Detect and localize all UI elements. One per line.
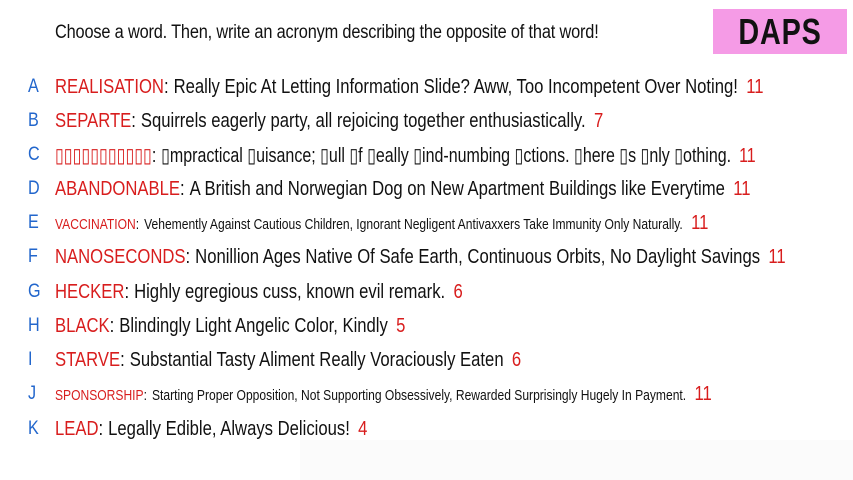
entry-count: 11 bbox=[739, 144, 756, 167]
entry-colon: : bbox=[131, 109, 136, 132]
entry-colon: : bbox=[124, 280, 130, 303]
entry-content: LEAD: Legally Edible, Always Delicious! … bbox=[55, 418, 367, 441]
entry-letter: A bbox=[28, 76, 39, 97]
entry-word: BLACK bbox=[55, 314, 110, 337]
entry-word: VACCINATION bbox=[55, 216, 136, 233]
instruction-text: Choose a word. Then, write an acronym de… bbox=[55, 22, 599, 43]
entry-content: STARVE: Substantial Tasty Aliment Really… bbox=[55, 349, 521, 372]
entry-content: REALISATION: Really Epic At Letting Info… bbox=[55, 76, 763, 99]
entry-acronym: Nonillion Ages Native Of Safe Earth, Con… bbox=[195, 245, 761, 268]
entry-row-f: F NANOSECONDS: Nonillion Ages Native Of … bbox=[0, 240, 853, 274]
entry-colon: : bbox=[163, 75, 169, 98]
entry-colon: : bbox=[185, 245, 191, 268]
entry-acronym: Substantial Tasty Aliment Really Voracio… bbox=[129, 348, 504, 371]
entry-colon: : bbox=[180, 177, 185, 200]
entry-letter: F bbox=[28, 246, 38, 267]
entry-content: ABANDONABLE: A British and Norwegian Dog… bbox=[55, 178, 750, 201]
entry-word: LEAD bbox=[55, 417, 99, 440]
entry-colon: : bbox=[120, 348, 125, 371]
entry-letter: J bbox=[28, 383, 37, 404]
entry-colon: : bbox=[151, 144, 157, 167]
entry-letter: I bbox=[28, 349, 33, 370]
entry-count: 6 bbox=[511, 348, 522, 371]
entry-acronym: A British and Norwegian Dog on New Apart… bbox=[189, 177, 725, 200]
daps-logo: DAPS bbox=[713, 9, 847, 54]
entry-count: 5 bbox=[396, 314, 406, 337]
entry-colon: : bbox=[98, 417, 104, 440]
entry-word: REALISATION bbox=[55, 75, 164, 98]
entry-row-a: A REALISATION: Really Epic At Letting In… bbox=[0, 70, 853, 104]
entry-content: VACCINATION: Vehemently Against Cautious… bbox=[55, 212, 708, 235]
entry-count: 7 bbox=[593, 109, 604, 132]
entry-acronym: Legally Edible, Always Delicious! bbox=[108, 417, 350, 440]
entry-count: 6 bbox=[453, 280, 463, 303]
entry-row-h: H BLACK: Blindingly Light Angelic Color,… bbox=[0, 309, 853, 343]
entry-count: 11 bbox=[691, 211, 709, 234]
entry-count: 11 bbox=[733, 177, 751, 200]
background-band bbox=[300, 440, 853, 480]
entry-letter: G bbox=[28, 281, 41, 302]
entry-letter: D bbox=[28, 178, 40, 199]
entry-acronym: Starting Proper Opposition, Not Supporti… bbox=[151, 387, 687, 404]
entry-count: 11 bbox=[746, 75, 764, 98]
entry-letter: E bbox=[28, 212, 39, 233]
entry-content: ▯▯▯▯▯▯▯▯▯▯▯: ▯mpractical ▯uisance; ▯ull … bbox=[55, 143, 756, 168]
entry-row-k: K LEAD: Legally Edible, Always Delicious… bbox=[0, 412, 853, 446]
entry-word: ▯▯▯▯▯▯▯▯▯▯▯ bbox=[55, 144, 152, 167]
entry-colon: : bbox=[109, 314, 115, 337]
entry-acronym: Blindingly Light Angelic Color, Kindly bbox=[119, 314, 388, 337]
entry-acronym: ▯mpractical ▯uisance; ▯ull ▯f ▯eally ▯in… bbox=[161, 144, 732, 167]
entry-count: 4 bbox=[358, 417, 368, 440]
entry-content: SPONSORSHIP: Starting Proper Opposition,… bbox=[55, 383, 712, 406]
entry-acronym: Really Epic At Letting Information Slide… bbox=[173, 75, 738, 98]
entry-row-j: J SPONSORSHIP: Starting Proper Oppositio… bbox=[0, 377, 853, 411]
entry-word: SEPARTE bbox=[55, 109, 132, 132]
entry-count: 11 bbox=[768, 245, 786, 268]
entry-letter: C bbox=[28, 144, 40, 165]
entry-row-d: D ABANDONABLE: A British and Norwegian D… bbox=[0, 172, 853, 206]
entry-row-c: C ▯▯▯▯▯▯▯▯▯▯▯: ▯mpractical ▯uisance; ▯ul… bbox=[0, 138, 853, 172]
entry-letter: H bbox=[28, 315, 40, 336]
entry-acronym: Highly egregious cuss, known evil remark… bbox=[134, 280, 446, 303]
entry-acronym: Vehemently Against Cautious Children, Ig… bbox=[144, 216, 683, 233]
entry-colon: : bbox=[135, 216, 140, 233]
entry-word: SPONSORSHIP bbox=[55, 387, 144, 404]
entry-letter: B bbox=[28, 110, 39, 131]
entry-row-b: B SEPARTE: Squirrels eagerly party, all … bbox=[0, 104, 853, 138]
entry-content: BLACK: Blindingly Light Angelic Color, K… bbox=[55, 315, 405, 338]
logo-text: DAPS bbox=[738, 10, 822, 52]
entry-content: NANOSECONDS: Nonillion Ages Native Of Sa… bbox=[55, 246, 786, 269]
entry-content: HECKER: Highly egregious cuss, known evi… bbox=[55, 281, 463, 304]
entry-word: HECKER bbox=[55, 280, 125, 303]
entry-word: NANOSECONDS bbox=[55, 245, 186, 268]
entry-letter: K bbox=[28, 418, 39, 439]
entry-acronym: Squirrels eagerly party, all rejoicing t… bbox=[140, 109, 586, 132]
entry-word: ABANDONABLE bbox=[55, 177, 181, 200]
entry-row-e: E VACCINATION: Vehemently Against Cautio… bbox=[0, 206, 853, 240]
entry-content: SEPARTE: Squirrels eagerly party, all re… bbox=[55, 110, 603, 133]
entry-word: STARVE bbox=[55, 348, 121, 371]
entry-row-i: I STARVE: Substantial Tasty Aliment Real… bbox=[0, 343, 853, 377]
entry-colon: : bbox=[143, 387, 147, 404]
entry-row-g: G HECKER: Highly egregious cuss, known e… bbox=[0, 275, 853, 309]
entry-count: 11 bbox=[694, 382, 712, 405]
